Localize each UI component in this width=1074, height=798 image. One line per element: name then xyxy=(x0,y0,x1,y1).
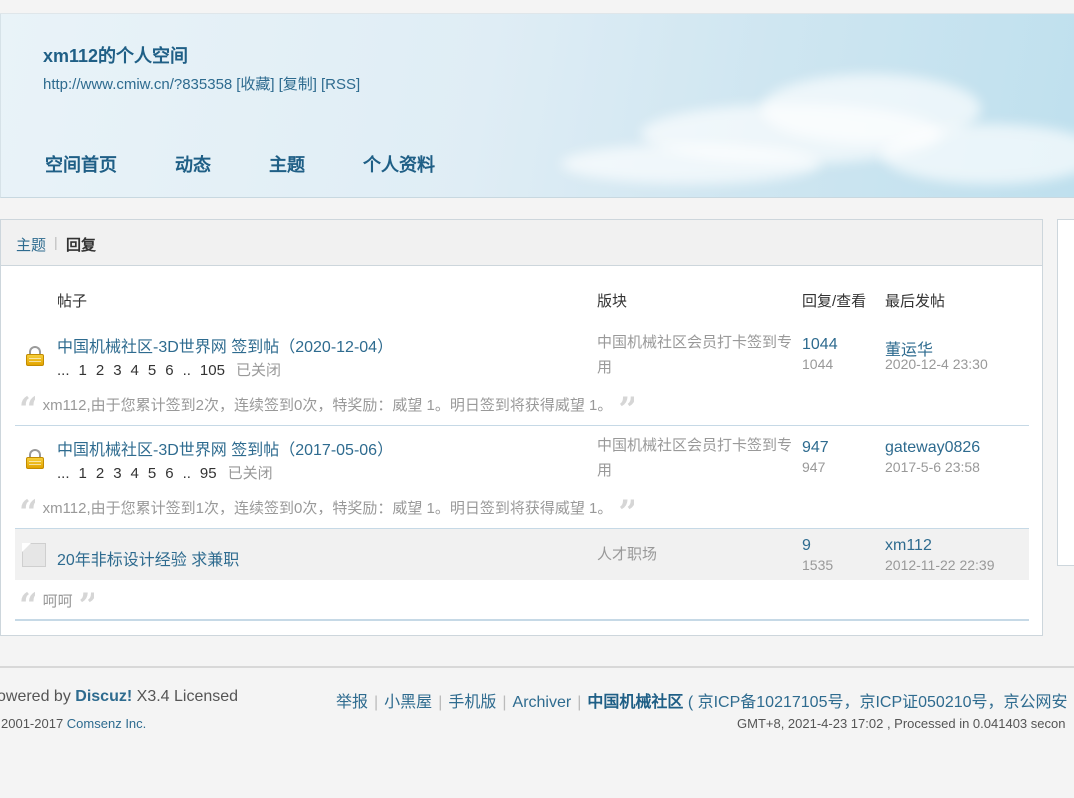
tab-topics[interactable]: 主题 xyxy=(16,234,46,255)
powered-suffix: X3.4 Licensed xyxy=(136,688,239,705)
comsenz-link[interactable]: Comsenz Inc. xyxy=(67,716,146,731)
lock-icon xyxy=(26,346,44,366)
header-forum: 版块 xyxy=(597,293,628,310)
footer-links: 举报 | 小黑屋 | 手机版 | Archiver | 中国机械社区 ( 京ICP备102171… xyxy=(336,694,1068,711)
copyright-years: 2001-2017 xyxy=(1,716,64,731)
header-thread: 帖子 xyxy=(57,293,88,310)
open-quote-icon: “ xyxy=(19,589,35,611)
page-link[interactable]: 6 xyxy=(165,362,173,379)
thread-title[interactable]: 中国机械社区-3D世界网 签到帖（2020-12-04） xyxy=(57,333,393,357)
page-link[interactable]: 2 xyxy=(96,362,104,379)
copy-link[interactable]: [复制] xyxy=(279,76,317,93)
icp-text[interactable]: ( 京ICP备10217105号，京ICP证050210号，京公网安 xyxy=(688,694,1068,711)
page-link[interactable]: 3 xyxy=(113,465,121,482)
lock-icon xyxy=(26,449,44,469)
nav-feed[interactable]: 动态 xyxy=(175,151,211,177)
view-count: 1044 xyxy=(802,356,834,372)
reply-quote: “ xm112,由于您累计签到2次，连续签到0次，特奖励：威望 1。明日签到将获得… xyxy=(19,393,634,415)
page-link[interactable]: 1 xyxy=(79,362,87,379)
page-link[interactable]: 4 xyxy=(131,465,139,482)
page-ellipsis: .. xyxy=(182,465,191,482)
quote-text[interactable]: xm112,由于您累计签到2次，连续签到0次，特奖励：威望 1。明日签到将获得威… xyxy=(43,394,613,415)
rss-link[interactable]: [RSS] xyxy=(321,76,360,93)
tab-separator: | xyxy=(54,234,58,250)
page-link[interactable]: 5 xyxy=(148,465,156,482)
page-link[interactable]: 2 xyxy=(96,465,104,482)
powered-by: owered by Discuz! X3.4 Licensed xyxy=(0,688,238,706)
last-post-time[interactable]: 2012-11-22 22:39 xyxy=(885,557,995,573)
header-last-post: 最后发帖 xyxy=(885,293,946,310)
blacklist-link[interactable]: 小黑屋 xyxy=(384,694,432,711)
tab-bar: 主题 | 回复 xyxy=(1,220,1042,266)
space-nav: 空间首页 动态 主题 个人资料 xyxy=(45,151,493,177)
thread-list-panel: 主题 | 回复 帖子 版块 回复/查看 最后发帖 中国机械社区-3D世界网 签到… xyxy=(0,219,1043,636)
open-quote-icon: “ xyxy=(19,496,35,518)
tab-replies[interactable]: 回复 xyxy=(66,234,96,255)
favorite-link[interactable]: [收藏] xyxy=(236,76,274,93)
thread-pages: ... 1 2 3 4 5 6.. 95 已关闭 xyxy=(57,462,282,483)
page-link[interactable]: 6 xyxy=(165,465,173,482)
server-time: GMT+8, 2021-4-23 17:02 , Processed in 0.… xyxy=(737,716,1066,731)
mobile-link[interactable]: 手机版 xyxy=(448,694,496,711)
page-link[interactable]: 5 xyxy=(148,362,156,379)
close-quote-icon: ” xyxy=(78,589,95,611)
row-divider xyxy=(15,425,1029,426)
reply-count[interactable]: 947 xyxy=(802,439,829,457)
quote-text[interactable]: xm112,由于您累计签到1次，连续签到0次，特奖励：威望 1。明日签到将获得威… xyxy=(43,497,613,518)
page-ellipsis: ... xyxy=(57,465,70,482)
discuz-link[interactable]: Discuz! xyxy=(75,688,132,705)
report-link[interactable]: 举报 xyxy=(336,694,368,711)
space-url-line: http://www.cmiw.cn/?835358 [收藏] [复制] [RSS] xyxy=(43,73,364,94)
page-link[interactable]: 105 xyxy=(200,362,225,379)
close-quote-icon: ” xyxy=(618,393,634,415)
page-link[interactable]: 95 xyxy=(200,465,217,482)
last-post-time[interactable]: 2017-5-6 23:58 xyxy=(885,459,980,475)
last-post-user[interactable]: xm112 xyxy=(885,537,932,555)
page-link[interactable]: 4 xyxy=(131,362,139,379)
powered-prefix: owered by xyxy=(0,688,71,705)
thread-forum[interactable]: 中国机械社区会员打卡签到专用 xyxy=(597,330,797,380)
nav-home[interactable]: 空间首页 xyxy=(45,151,117,177)
page-ellipsis: .. xyxy=(182,362,191,379)
footer: owered by Discuz! X3.4 Licensed 2001-201… xyxy=(0,666,1074,798)
row-divider xyxy=(15,619,1029,621)
closed-label: 已关闭 xyxy=(227,465,273,482)
folder-icon xyxy=(22,543,46,567)
page-link[interactable]: 1 xyxy=(79,465,87,482)
view-count: 1535 xyxy=(802,557,834,573)
thread-title[interactable]: 20年非标设计经验 求兼职 xyxy=(57,546,239,570)
reply-count[interactable]: 9 xyxy=(802,537,811,555)
open-quote-icon: “ xyxy=(19,393,35,415)
space-url[interactable]: http://www.cmiw.cn/?835358 xyxy=(43,76,232,93)
reply-quote: “ 呵呵” xyxy=(19,589,94,611)
last-post-time[interactable]: 2020-12-4 23:30 xyxy=(885,356,988,372)
thread-forum[interactable]: 人才职场 xyxy=(597,542,797,567)
top-strip xyxy=(0,0,1074,14)
archiver-link[interactable]: Archiver xyxy=(513,694,572,711)
page-ellipsis: ... xyxy=(57,362,70,379)
closed-label: 已关闭 xyxy=(235,362,281,379)
quote-text[interactable]: 呵呵 xyxy=(43,590,73,611)
last-post-user[interactable]: gateway0826 xyxy=(885,439,980,457)
header-replies-views: 回复/查看 xyxy=(802,293,867,310)
close-quote-icon: ” xyxy=(618,496,634,518)
thread-title[interactable]: 中国机械社区-3D世界网 签到帖（2017-05-06） xyxy=(57,436,393,460)
nav-topics[interactable]: 主题 xyxy=(269,151,305,177)
nav-profile[interactable]: 个人资料 xyxy=(363,151,435,177)
thread-forum[interactable]: 中国机械社区会员打卡签到专用 xyxy=(597,433,797,483)
view-count: 947 xyxy=(802,459,826,475)
page-link[interactable]: 3 xyxy=(113,362,121,379)
space-banner: xm112的个人空间 http://www.cmiw.cn/?835358 [收藏… xyxy=(0,14,1074,198)
reply-quote: “ xm112,由于您累计签到1次，连续签到0次，特奖励：威望 1。明日签到将获得… xyxy=(19,496,634,518)
thread-pages: ... 1 2 3 4 5 6.. 105 已关闭 xyxy=(57,359,290,380)
site-name-link[interactable]: 中国机械社区 xyxy=(587,694,683,711)
reply-count[interactable]: 1044 xyxy=(802,336,838,354)
space-title[interactable]: xm112的个人空间 xyxy=(43,42,188,68)
side-panel xyxy=(1057,219,1074,566)
copyright: 2001-2017 Comsenz Inc. xyxy=(1,716,146,731)
